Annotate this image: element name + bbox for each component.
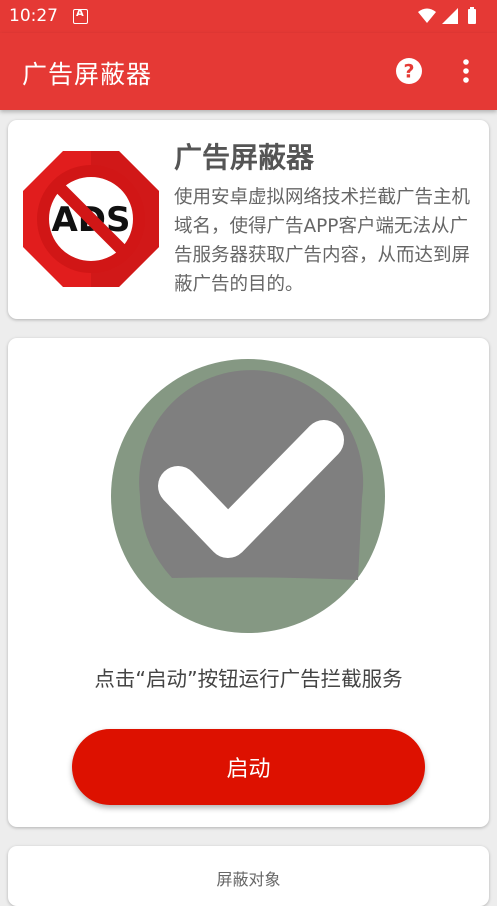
battery-icon (468, 7, 476, 24)
targets-card[interactable]: 屏蔽对象 (8, 846, 489, 906)
more-vert-icon[interactable] (456, 56, 476, 86)
start-button[interactable]: 启动 (72, 729, 425, 805)
help-icon[interactable]: ? (394, 56, 424, 86)
intro-description: 使用安卓虚拟网络技术拦截广告主机域名，使得广告APP客户端无法从广告服务器获取广… (174, 187, 471, 295)
start-button-label: 启动 (226, 757, 271, 782)
status-card: 点击“启动”按钮运行广告拦截服务 启动 (8, 338, 489, 827)
start-hint: 点击“启动”按钮运行广告拦截服务 (94, 667, 403, 691)
app-notification-icon (73, 8, 88, 24)
wifi-icon (418, 8, 436, 23)
status-bar: 10:27 (0, 0, 497, 33)
app-title: 广告屏蔽器 (22, 60, 153, 89)
intro-card: ADS 广告屏蔽器 使用安卓虚拟网络技术拦截广告主机域名，使得广告APP客户端无… (8, 120, 489, 319)
intro-heading: 广告屏蔽器 (174, 141, 315, 174)
system-status-icons (418, 7, 476, 24)
signal-icon (442, 8, 458, 24)
ads-blocked-icon: ADS (23, 151, 159, 287)
checkmark-icon (111, 359, 385, 633)
svg-text:?: ? (403, 61, 414, 83)
targets-label: 屏蔽对象 (216, 870, 281, 889)
app-bar: 广告屏蔽器 ? (0, 33, 497, 110)
status-time: 10:27 (9, 6, 58, 26)
